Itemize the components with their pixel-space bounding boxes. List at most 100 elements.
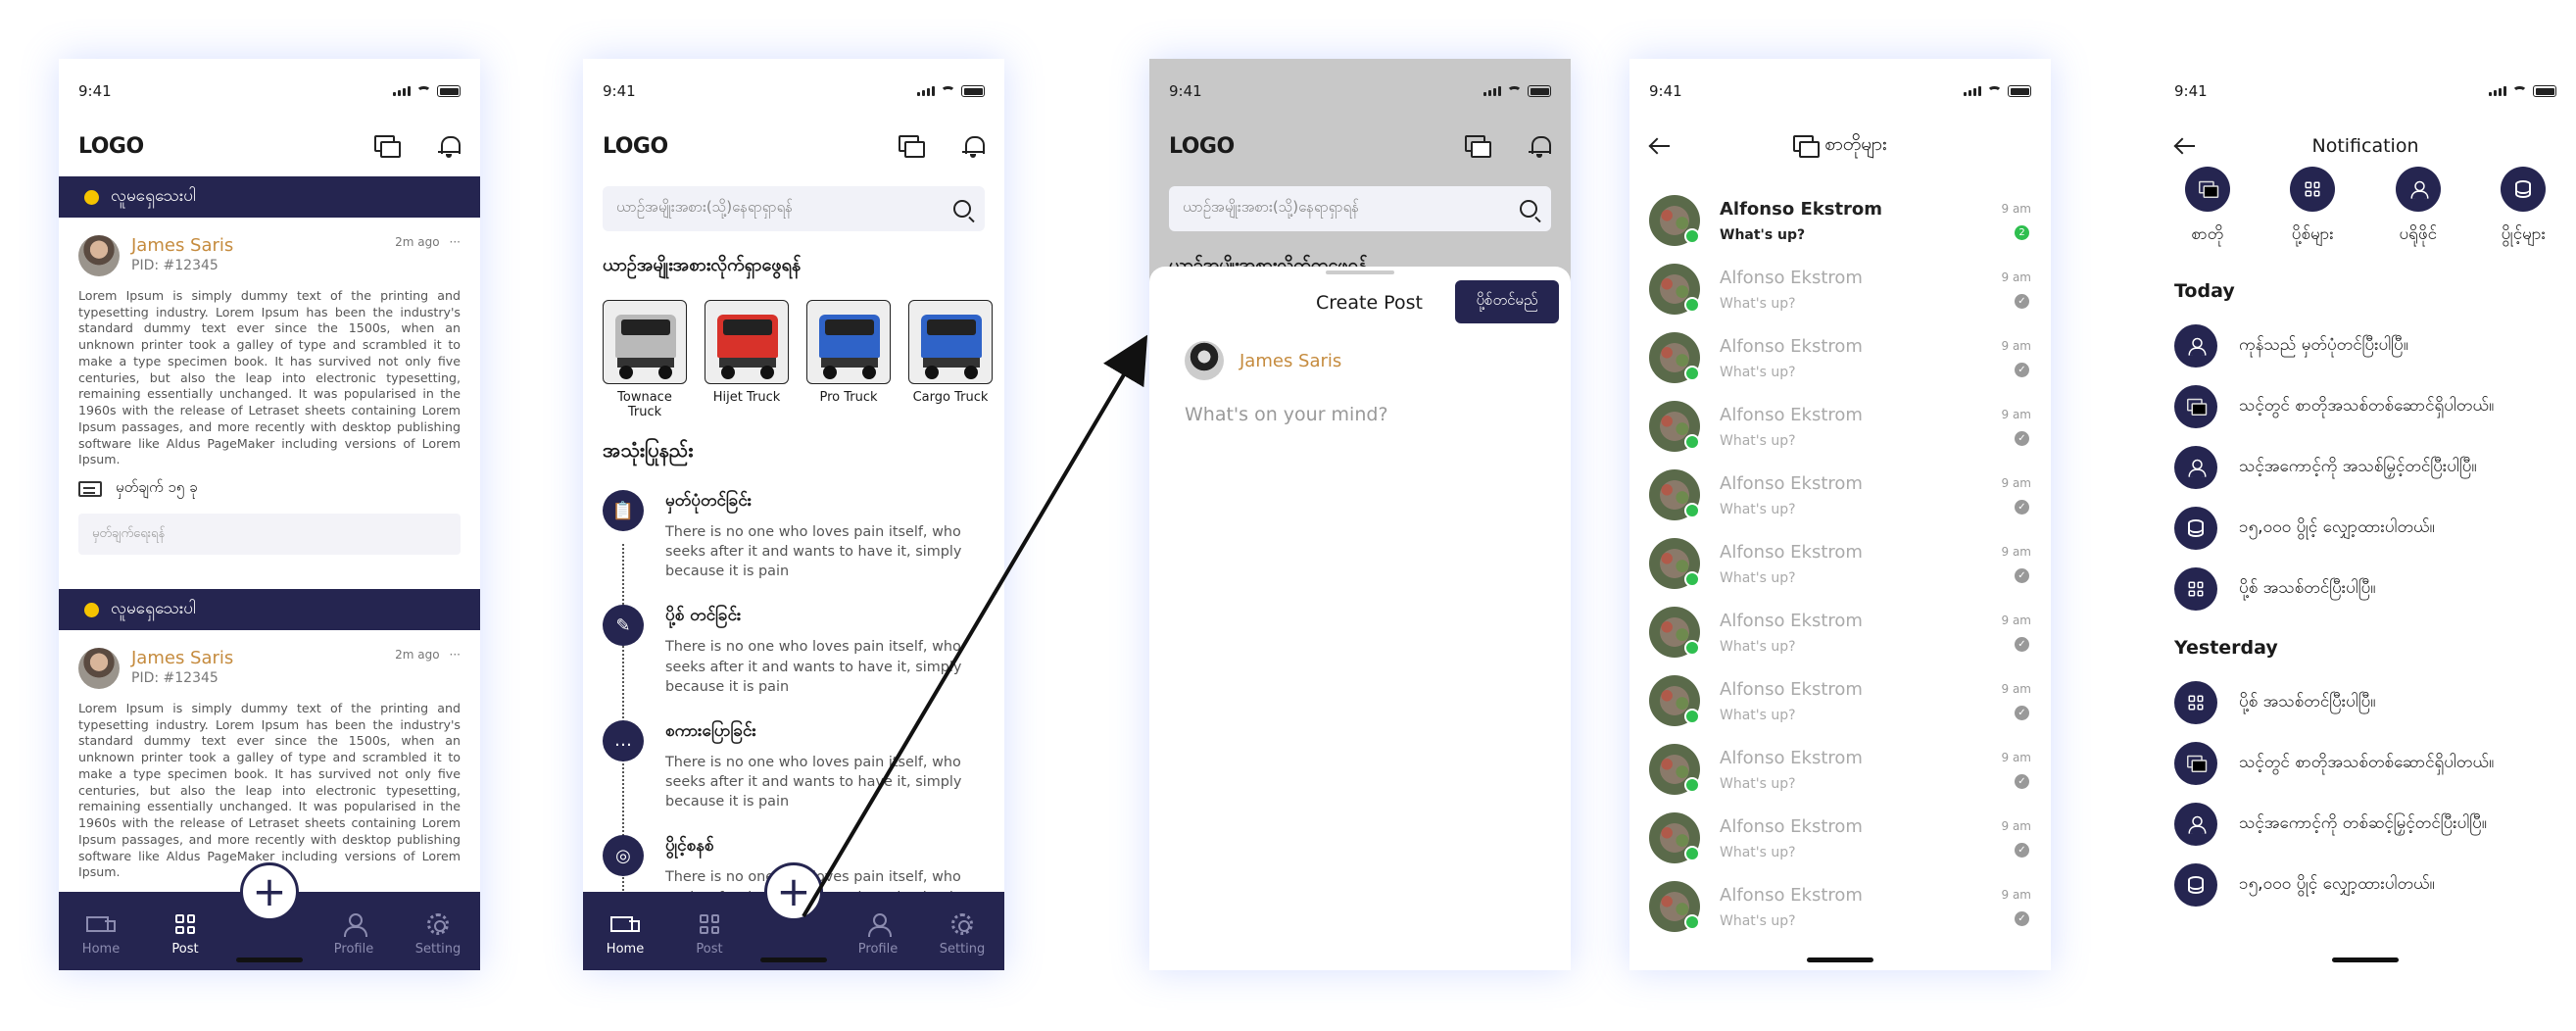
post-time: 2m ago [395,235,440,249]
avatar[interactable] [78,648,120,689]
more-icon[interactable]: ··· [450,648,461,662]
section-today: Today [2174,280,2235,302]
app-header: LOGO [1169,123,1551,169]
bell-icon[interactable] [437,133,461,159]
chat-row[interactable]: Alfonso Ekstrom What's up? 9 am ✓ [1649,598,2031,666]
home-indicator [2332,957,2399,962]
chat-row[interactable]: Alfonso Ekstrom What's up? 9 am ✓ [1649,392,2031,461]
add-post-button[interactable]: + [764,862,823,921]
notification-item[interactable]: သင့်တွင် စာတိုအသစ်တစ်ဆောင်ရှိပါတယ်။ [2174,376,2566,437]
notification-item[interactable]: သင့်တွင် စာတိုအသစ်တစ်ဆောင်ရှိပါတယ်။ [2174,733,2566,794]
user-icon [2188,337,2207,356]
messages-icon[interactable] [899,135,925,158]
tab-post[interactable]: Post [680,912,739,957]
battery-icon [437,85,461,97]
post-pid: PID: #12345 [131,670,219,686]
yesterday-list: ပို့စ် အသစ်တင်ပြီးပါပြီ။ သင့်တွင် စာတိုအ… [2174,672,2566,915]
notification-item[interactable]: သင့်အကောင့်ကို တစ်ဆင့်မြှင့်တင်ပြီးပါပြီ… [2174,794,2566,855]
wifi-icon [941,85,955,97]
notification-item[interactable]: သင့်အကောင့်ကို အသစ်မြှင့်တင်ပြီးပါပြီ။ [2174,437,2566,498]
category-messages[interactable]: စာတို [2163,167,2252,248]
chat-row[interactable]: Alfonso Ekstrom What's up? 9 am 2 [1649,186,2031,255]
status-dot [84,602,99,617]
chat-row[interactable]: Alfonso Ekstrom What's up? 9 am ✓ [1649,804,2031,872]
post-card: James Saris PID: #12345 2m ago ··· Lorem I… [78,648,461,887]
post-author: James Saris [1185,341,1341,380]
status-bar: 9:41 [1169,78,1551,104]
bell-icon [1528,133,1551,159]
tab-profile[interactable]: Profile [849,912,907,957]
comment-input[interactable]: မှတ်ချက်ရေးရန် [78,514,461,556]
signal-icon [393,86,411,96]
notification-item[interactable]: ပို့စ် အသစ်တင်ပြီးပါပြီ။ [2174,559,2566,619]
tab-setting[interactable]: Setting [409,912,467,957]
notification-item[interactable]: ၁၅,၀၀၀ ပွိုင့် လျှော့ထားပါတယ်။ [2174,498,2566,559]
bell-icon[interactable] [961,133,985,159]
avatar [1649,675,1700,726]
avatar [1649,401,1700,452]
truck-pro[interactable]: Pro Truck [806,300,891,419]
today-list: ကုန်သည် မှတ်ပုံတင်ပြီးပါပြီ။ သင့်တွင် စာ… [2174,316,2566,619]
truck-cargo[interactable]: Cargo Truck [908,300,993,419]
logo: LOGO [1169,133,1235,159]
step-item: ✎ ပို့စ် တင်ခြင်း There is no one who love… [603,605,985,696]
post-author[interactable]: James Saris [131,648,233,668]
add-post-button[interactable]: + [240,862,299,921]
screen-home: 9:41 LOGO ယာဉ်အမျိုးအစား(သို့)နေရာရှာရန်… [583,59,1004,970]
status-time: 9:41 [78,82,112,100]
avatar [1649,744,1700,795]
truck-hijet[interactable]: Hijet Truck [705,300,789,419]
chat-list: Alfonso Ekstrom What's up? 9 am 2 Alfonso E… [1649,186,2031,941]
tab-home[interactable]: Home [596,912,655,957]
tab-profile[interactable]: Profile [324,912,383,957]
wifi-icon [2512,85,2527,97]
search-input[interactable]: ယာဉ်အမျိုးအစား(သို့)နေရာရှာရန် [603,186,985,231]
notification-item[interactable]: ၁၅,၀၀၀ ပွိုင့် လျှော့ထားပါတယ်။ [2174,855,2566,915]
more-icon[interactable]: ··· [450,235,461,249]
chat-row[interactable]: Alfonso Ekstrom What's up? 9 am ✓ [1649,529,2031,598]
user-icon [867,913,892,937]
tab-setting[interactable]: Setting [933,912,992,957]
category-points[interactable]: ပွိုင့်များ [2479,167,2567,248]
chat-row[interactable]: Alfonso Ekstrom What's up? 9 am ✓ [1649,666,2031,735]
user-icon [2188,459,2207,477]
app-header: LOGO [603,123,985,169]
status-time: 9:41 [2174,82,2208,100]
banner-text: လူမရှေသေးပါ [111,185,196,206]
category-posts[interactable]: ပို့စ်များ [2268,167,2357,248]
screen-post-feed: 9:41 LOGO လူမရှေသေးပါ James Saris PID: #1… [59,59,480,970]
step-item: … စကားပြောခြင်း There is no one who loves … [603,719,985,811]
category-profile[interactable]: ပရိုဖိုင် [2374,167,2462,248]
post-author[interactable]: James Saris [131,235,233,256]
chat-row[interactable]: Alfonso Ekstrom What's up? 9 am ✓ [1649,872,2031,941]
notification-item[interactable]: ကုန်သည် မှတ်ပုံတင်ပြီးပါပြီ။ [2174,316,2566,376]
chat-row[interactable]: Alfonso Ekstrom What's up? 9 am ✓ [1649,461,2031,529]
post-time: 2m ago [395,648,440,662]
submit-post-button[interactable]: ပို့စ်တင်မည် [1455,280,1559,323]
howto-title: အသုံးပြုနည်း [603,438,694,462]
comment-count[interactable]: မှတ်ချက် ၁၅ ခု [116,478,198,500]
avatar[interactable] [78,235,120,276]
status-time: 9:41 [603,82,636,100]
chat-row[interactable]: Alfonso Ekstrom What's up? 9 am ✓ [1649,323,2031,392]
chat-row[interactable]: Alfonso Ekstrom What's up? 9 am ✓ [1649,735,2031,804]
notification-item[interactable]: ပို့စ် အသစ်တင်ပြီးပါပြီ။ [2174,672,2566,733]
user-icon [2410,180,2429,199]
truck-townace[interactable]: Townace Truck [603,300,687,419]
battery-icon [961,85,985,97]
tab-post[interactable]: Post [156,912,215,957]
signal-icon [1964,86,1981,96]
post-textarea[interactable]: What's on your mind? [1185,404,1388,425]
truck-type-list: Townace Truck Hijet Truck Pro Truck Carg… [603,300,1004,419]
messages-icon[interactable] [374,135,401,158]
comment-icon[interactable] [78,481,102,498]
search-icon [1520,200,1537,218]
search-icon[interactable] [953,200,971,218]
avatar [1649,812,1700,863]
sheet-handle[interactable] [1326,270,1394,274]
messages-header: စာတိုများ [1649,123,2031,169]
chat-row[interactable]: Alfonso Ekstrom What's up? 9 am ✓ [1649,255,2031,323]
grid-icon [2305,181,2320,197]
tab-home[interactable]: Home [72,912,130,957]
avatar [1649,264,1700,315]
